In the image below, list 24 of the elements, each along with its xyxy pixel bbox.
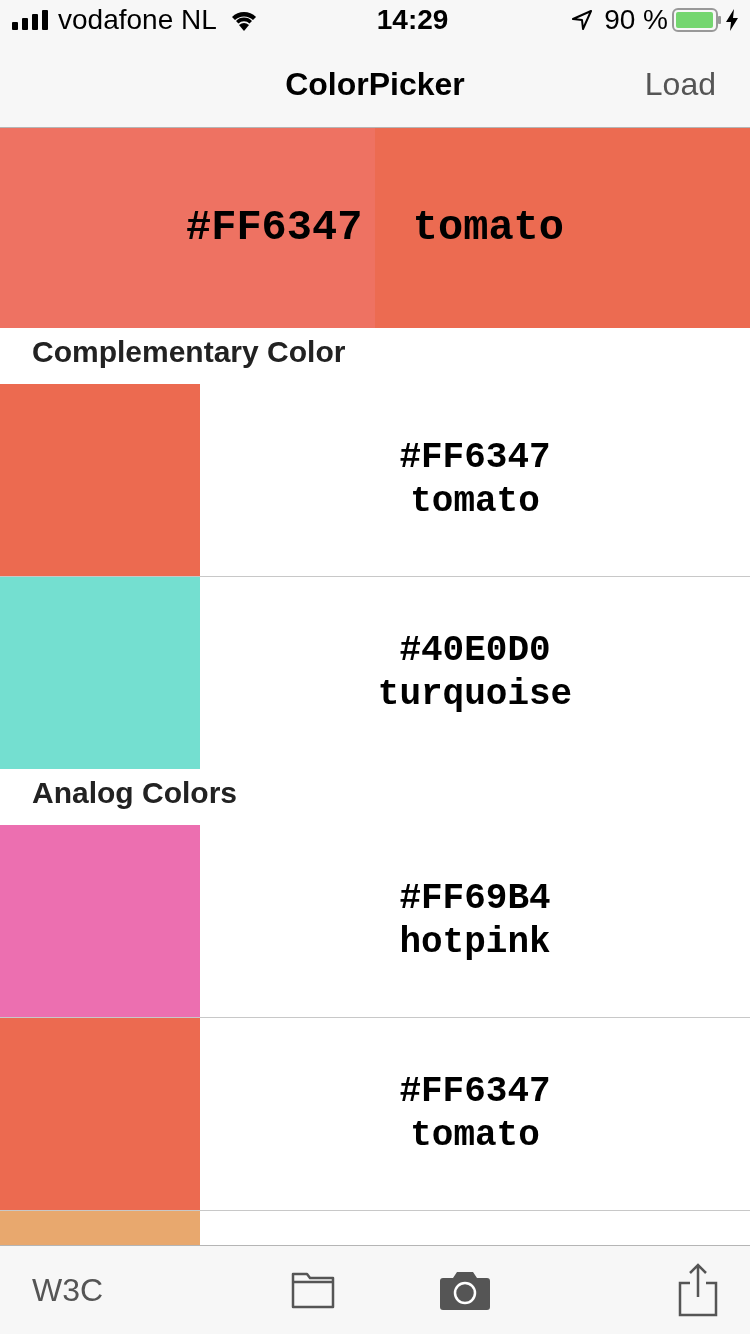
color-name: turquoise: [377, 673, 573, 717]
clock-time: 14:29: [376, 3, 449, 37]
folder-icon[interactable]: [290, 1271, 335, 1309]
hex-code: #40E0D0: [399, 629, 551, 673]
signal-icon: [12, 10, 50, 30]
section-title: Analog Colors: [32, 775, 237, 811]
nav-title: ColorPicker: [285, 64, 465, 104]
w3c-button[interactable]: W3C: [32, 1266, 104, 1314]
color-name: hotpink: [399, 921, 551, 965]
carrier-name: vodafone NL: [58, 3, 217, 37]
color-label: #FF6347 tomato: [185, 202, 565, 254]
hex-code: #FF6347: [399, 436, 551, 480]
hex-code: #FF6347: [399, 1070, 551, 1114]
battery-percent: 90 %: [604, 3, 668, 37]
section-title: Complementary Color: [32, 334, 346, 370]
hex-code: #FF69B4: [399, 877, 551, 921]
load-button[interactable]: Load: [644, 59, 716, 108]
battery-icon: [672, 8, 722, 32]
color-name: tomato: [410, 480, 540, 524]
camera-icon[interactable]: [438, 1270, 491, 1310]
color-name: tomato: [410, 1114, 540, 1158]
share-icon[interactable]: [678, 1263, 718, 1317]
location-arrow-icon: [572, 10, 593, 30]
charging-bolt-icon: [726, 9, 738, 31]
